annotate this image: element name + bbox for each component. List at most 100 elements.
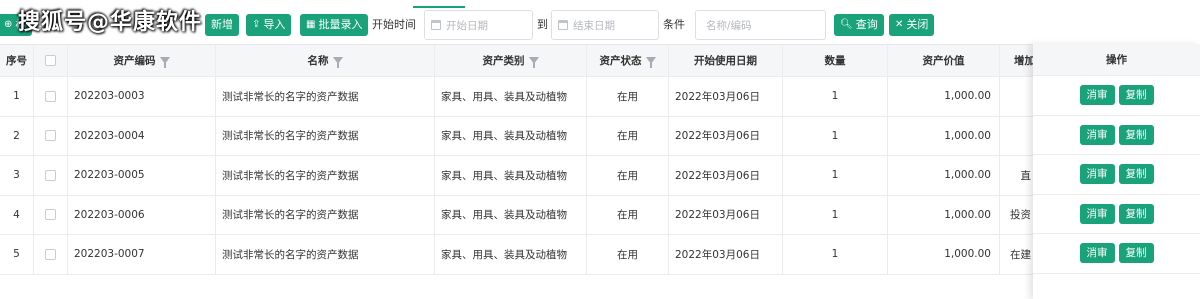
audit-button[interactable]: 消审 — [1079, 124, 1115, 145]
select-all-checkbox[interactable] — [45, 55, 56, 66]
close-button[interactable]: ✕ 关闭 — [889, 14, 935, 36]
header-status[interactable]: 资产状态 — [587, 45, 669, 76]
audit-button[interactable]: 消审 — [1079, 203, 1115, 224]
cell-name: 测试非常长的名字的资产数据 — [216, 156, 435, 195]
header-category[interactable]: 资产类别 — [435, 45, 587, 76]
calendar-icon — [558, 20, 568, 30]
table-row[interactable]: 1 202203-0003 测试非常长的名字的资产数据 家具、用具、装具及动植物 在用 2… — [0, 77, 1200, 117]
cell-code: 202203-0005 — [68, 156, 216, 195]
row-checkbox[interactable] — [45, 130, 56, 142]
audit-button[interactable]: 消审 — [1079, 85, 1115, 106]
audit-button[interactable]: 消审 — [1079, 243, 1115, 264]
header-start-date: 开始使用日期 — [669, 45, 783, 76]
cell-qty: 1 — [783, 195, 888, 234]
cell-category: 家具、用具、装具及动植物 — [435, 116, 587, 155]
table-row[interactable]: 5 202203-0007 测试非常长的名字的资产数据 家具、用具、装具及动植物 在用 2… — [0, 235, 1200, 275]
table-row[interactable]: 2 202203-0004 测试非常长的名字的资产数据 家具、用具、装具及动植物 在用 2… — [0, 116, 1200, 156]
add-button[interactable]: 新增 — [205, 14, 239, 36]
cell-status: 在用 — [587, 235, 669, 274]
copy-button[interactable]: 复制 — [1118, 164, 1154, 185]
cell-start-date: 2022年03月06日 — [669, 156, 783, 195]
cell-select[interactable] — [34, 195, 68, 234]
cell-name: 测试非常长的名字的资产数据 — [216, 235, 435, 274]
cell-code: 202203-0004 — [68, 116, 216, 155]
copy-button[interactable]: 复制 — [1118, 203, 1154, 224]
cell-ops: 消审 复制 — [1033, 116, 1200, 155]
cell-qty: 1 — [783, 116, 888, 155]
ops-row: 消审 复制 — [1033, 116, 1200, 155]
cell-select[interactable] — [34, 235, 68, 274]
row-checkbox[interactable] — [45, 248, 56, 260]
cell-status: 在用 — [587, 77, 669, 116]
import-button[interactable]: ⇪ 导入 — [246, 14, 292, 36]
cell-qty: 1 — [783, 156, 888, 195]
header-seq: 序号 — [0, 45, 34, 76]
row-checkbox[interactable] — [45, 169, 56, 181]
copy-button[interactable]: 复制 — [1118, 124, 1154, 145]
cell-select[interactable] — [34, 77, 68, 116]
cell-seq: 4 — [0, 195, 34, 234]
table-row[interactable]: 3 202203-0005 测试非常长的名字的资产数据 家具、用具、装具及动植物 在用 2… — [0, 156, 1200, 196]
filter-icon[interactable] — [332, 57, 343, 68]
ops-row: 消审 复制 — [1033, 195, 1200, 234]
ops-row: 消审 复制 — [1033, 155, 1200, 195]
cell-seq: 5 — [0, 235, 34, 274]
cell-start-date: 2022年03月06日 — [669, 116, 783, 155]
end-date-input[interactable]: 结束日期 — [551, 10, 659, 40]
copy-button[interactable]: 复制 — [1118, 85, 1154, 106]
active-tab-indicator — [413, 6, 465, 8]
cell-value: 1,000.00 — [888, 235, 1000, 274]
cell-select[interactable] — [34, 116, 68, 155]
cell-code: 202203-0007 — [68, 235, 216, 274]
row-checkbox[interactable] — [45, 90, 56, 102]
header-ops: 操作 — [1106, 54, 1127, 66]
cell-name: 测试非常长的名字的资产数据 — [216, 195, 435, 234]
start-date-input[interactable]: 开始日期 — [424, 10, 533, 40]
filter-icon[interactable] — [528, 57, 539, 68]
cell-status: 在用 — [587, 195, 669, 234]
start-time-label: 开始时间 — [372, 18, 416, 31]
cell-seq: 1 — [0, 77, 34, 116]
header-value: 资产价值 — [888, 45, 1000, 76]
cell-start-date: 2022年03月06日 — [669, 235, 783, 274]
cell-code: 202203-0003 — [68, 77, 216, 116]
plus-icon: ⊕ — [4, 19, 13, 30]
cell-ops: 消审 复制 — [1033, 195, 1200, 234]
header-select-all[interactable] — [34, 45, 68, 76]
header-name[interactable]: 名称 — [216, 45, 435, 76]
row-checkbox[interactable] — [45, 209, 56, 221]
header-code[interactable]: 资产编码 — [68, 45, 216, 76]
search-icon: 🔍︎ — [840, 19, 853, 30]
asset-table: 序号 资产编码 名称 资产类别 资产状态 开始使用日期 数量 资产价值 增加 1… — [0, 44, 1200, 275]
cell-qty: 1 — [783, 77, 888, 116]
ops-row: 消审 复制 — [1033, 234, 1200, 274]
grid-icon: ▦ — [306, 19, 316, 30]
batch-entry-button[interactable]: ▦ 批量录入 — [300, 14, 369, 36]
cell-name: 测试非常长的名字的资产数据 — [216, 77, 435, 116]
audit-button[interactable]: 消审 — [1079, 164, 1115, 185]
cell-ops: 消审 复制 — [1033, 234, 1200, 273]
condition-label: 条件 — [663, 18, 685, 31]
copy-button[interactable]: 复制 — [1118, 243, 1154, 264]
cell-seq: 2 — [0, 116, 34, 155]
table-row[interactable]: 4 202203-0006 测试非常长的名字的资产数据 家具、用具、装具及动植物 在用 2… — [0, 195, 1200, 235]
header-ops-row: 操作 — [1033, 44, 1200, 76]
cell-select[interactable] — [34, 156, 68, 195]
cell-status: 在用 — [587, 156, 669, 195]
filter-icon[interactable] — [645, 57, 656, 68]
watermark-text: 搜狐号@华康软件 — [18, 10, 203, 35]
close-icon: ✕ — [895, 19, 904, 30]
ops-row: 消审 复制 — [1033, 76, 1200, 116]
cell-ops: 消审 复制 — [1033, 155, 1200, 194]
cell-qty: 1 — [783, 235, 888, 274]
cell-category: 家具、用具、装具及动植物 — [435, 77, 587, 116]
filter-icon[interactable] — [159, 57, 170, 68]
cell-code: 202203-0006 — [68, 195, 216, 234]
cell-name: 测试非常长的名字的资产数据 — [216, 116, 435, 155]
cell-value: 1,000.00 — [888, 77, 1000, 116]
cell-seq: 3 — [0, 156, 34, 195]
cell-value: 1,000.00 — [888, 116, 1000, 155]
condition-input[interactable]: 名称/编码 — [695, 10, 826, 40]
cell-status: 在用 — [587, 116, 669, 155]
query-button[interactable]: 🔍︎ 查询 — [834, 14, 884, 36]
